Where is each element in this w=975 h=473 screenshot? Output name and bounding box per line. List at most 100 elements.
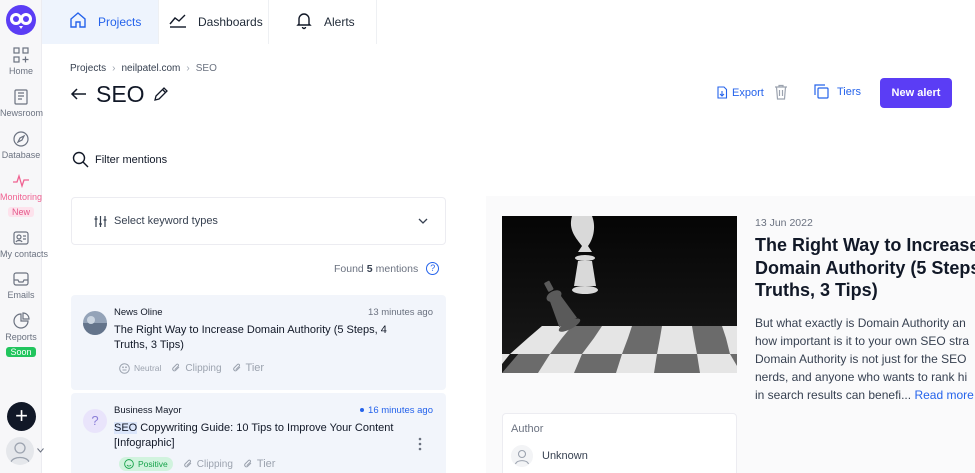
mention-title[interactable]: The Right Way to Increase Domain Authori… [114, 323, 414, 353]
article-title-line: The Right Way to Increase [755, 235, 975, 255]
user-icon [511, 445, 533, 467]
delete-button[interactable] [774, 84, 788, 105]
tab-label: Projects [98, 15, 142, 29]
sliders-icon [94, 216, 107, 227]
clipping-label: Clipping [185, 362, 222, 374]
tab-label: Dashboards [198, 15, 263, 29]
sentiment-positive[interactable]: Positive [119, 457, 173, 471]
breadcrumb: Projects › neilpatel.com › SEO [70, 63, 217, 74]
owl-logo-icon[interactable] [5, 4, 37, 36]
author-label: Author [511, 423, 544, 435]
clipping-label: Clipping [196, 458, 233, 470]
source-avatar [83, 311, 107, 335]
article-excerpt: But what exactly is Domain Authority an … [755, 314, 975, 404]
keyword-types-label: Select keyword types [114, 215, 218, 227]
article-title-line: Truths, 3 Tips) [755, 280, 878, 300]
breadcrumb-projects[interactable]: Projects [70, 63, 106, 74]
mention-source: News Oline [114, 307, 163, 318]
user-icon [10, 442, 30, 463]
breadcrumb-current: SEO [195, 63, 217, 74]
mention-card[interactable]: ? Business Mayor 16 minutes ago SEO Copy… [71, 393, 446, 473]
pulse-icon [13, 173, 29, 189]
article-excerpt-end: in search results can benefi... [755, 388, 912, 402]
sidebar-item-label: Monitoring [0, 192, 43, 202]
sidebar-item-reports[interactable]: Reports Soon [0, 312, 42, 360]
tier-tag[interactable]: Tier [232, 362, 265, 374]
tiers-button[interactable]: Tiers [814, 84, 861, 99]
help-icon[interactable]: ? [426, 262, 440, 275]
sidebar: Home Newsroom Database Monitoring New My… [0, 0, 49, 473]
compass-icon [13, 131, 29, 147]
paperclip-icon [232, 363, 240, 372]
breadcrumb-separator-icon: › [186, 63, 190, 74]
article-title[interactable]: The Right Way to Increase Domain Authori… [755, 234, 975, 302]
tab-projects[interactable]: Projects [42, 0, 158, 44]
filter-mentions-label: Filter mentions [95, 153, 168, 166]
mention-source: Business Mayor [114, 405, 182, 416]
keyword-highlight: SEO [114, 422, 138, 434]
mention-time: 16 minutes ago [360, 405, 433, 416]
found-prefix: Found [334, 262, 364, 275]
chevron-down-icon [418, 218, 428, 224]
search-icon [72, 151, 89, 168]
mention-tags: Neutral Clipping Tier [119, 362, 264, 374]
arrow-left-icon[interactable] [70, 86, 88, 102]
tier-tag[interactable]: Tier [243, 458, 276, 470]
trash-icon [775, 84, 787, 100]
tier-label: Tier [245, 362, 265, 374]
read-more-link[interactable]: Read more [914, 388, 973, 402]
app-root: Home Newsroom Database Monitoring New My… [0, 0, 975, 473]
paperclip-icon [183, 459, 192, 468]
tier-label: Tier [256, 458, 276, 470]
export-file-icon [717, 86, 728, 99]
author-name: Unknown [542, 450, 588, 462]
article-excerpt-line: nerds, and anyone who wants to rank hi [755, 370, 968, 384]
paperclip-icon [244, 459, 252, 468]
sidebar-item-label: Newsroom [0, 108, 44, 118]
page-title-row: SEO [70, 80, 169, 108]
tiers-label: Tiers [837, 85, 862, 98]
tab-divider [376, 0, 377, 44]
mention-title[interactable]: SEO Copywriting Guide: 10 Tips to Improv… [114, 421, 414, 451]
export-button[interactable]: Export [716, 86, 764, 99]
clipping-tag[interactable]: Clipping [171, 362, 222, 374]
sidebar-item-label: Emails [7, 290, 35, 300]
breadcrumb-project[interactable]: neilpatel.com [121, 63, 180, 74]
more-options-icon[interactable] [418, 437, 422, 451]
found-count: 5 [366, 262, 373, 275]
sidebar-item-label: Home [8, 66, 33, 76]
sentiment-neutral[interactable]: Neutral [119, 362, 161, 374]
page-title: SEO [96, 80, 145, 107]
mention-title-text: Copywriting Guide: 10 Tips to Improve Yo… [114, 422, 394, 449]
sidebar-item-home[interactable]: Home [0, 46, 42, 76]
tab-alerts[interactable]: Alerts [268, 0, 376, 44]
sidebar-item-monitoring[interactable]: Monitoring New [0, 172, 42, 220]
user-avatar[interactable] [6, 437, 34, 465]
keyword-types-select[interactable]: Select keyword types [71, 197, 446, 245]
sidebar-item-newsroom[interactable]: Newsroom [0, 88, 44, 118]
pie-chart-icon [13, 312, 30, 329]
filter-mentions-toggle[interactable]: Filter mentions [72, 151, 167, 168]
sidebar-item-emails[interactable]: Emails [0, 270, 42, 300]
clipping-tag[interactable]: Clipping [183, 459, 233, 470]
article-title-line: Domain Authority (5 Steps, [755, 257, 975, 278]
article-excerpt-line: Domain Authority is not just for the SEO [755, 352, 967, 366]
results-count: Found 5 mentions ? [334, 262, 440, 275]
tab-label: Alerts [324, 15, 355, 29]
home-icon [70, 12, 86, 28]
article-excerpt-line: But what exactly is Domain Authority an [755, 316, 966, 330]
home-grid-icon [13, 47, 29, 63]
article-date: 13 Jun 2022 [755, 217, 813, 229]
paperclip-icon [172, 363, 180, 372]
pencil-icon[interactable] [153, 86, 169, 102]
article-image [502, 216, 737, 373]
tab-dashboards[interactable]: Dashboards [142, 0, 268, 44]
new-alert-button[interactable]: New alert [880, 78, 952, 108]
chevron-down-icon[interactable] [37, 448, 44, 453]
mention-card[interactable]: News Oline 13 minutes ago The Right Way … [71, 295, 446, 390]
sidebar-item-database[interactable]: Database [0, 130, 42, 160]
sidebar-item-contacts[interactable]: My contacts [0, 229, 49, 259]
add-button[interactable]: + [7, 402, 36, 431]
contacts-icon [13, 231, 29, 245]
sidebar-item-label: My contacts [0, 249, 49, 259]
